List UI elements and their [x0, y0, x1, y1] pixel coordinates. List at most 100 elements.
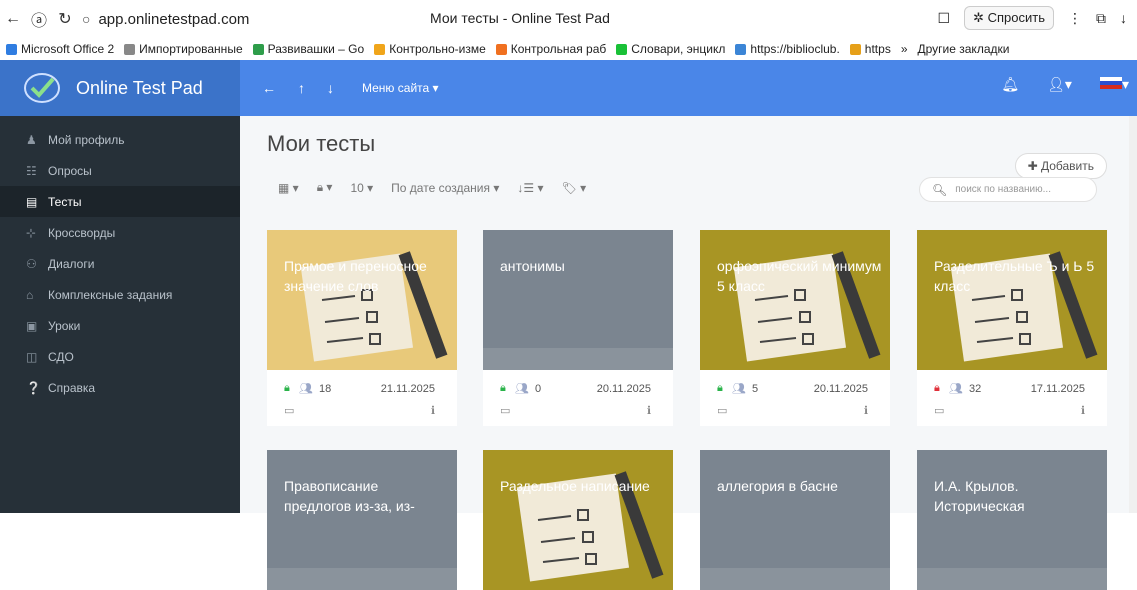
test-card[interactable]: Прямое и переносное значение слов 🔒︎ 👥︎ 18 2… [267, 230, 457, 426]
lock-open-icon[interactable]: 🔒︎ [717, 382, 723, 395]
bell-icon[interactable]: 🔔︎ [1001, 76, 1019, 93]
bookmark-item[interactable]: Словари, энцикл [616, 42, 725, 56]
lock-open-icon[interactable]: 🔒︎ [500, 382, 506, 395]
extensions-icon[interactable]: ⧉ [1096, 10, 1106, 27]
url-text[interactable]: app.onlinetestpad.com [98, 11, 249, 28]
sidebar-item[interactable]: ▤ Тесты [0, 186, 240, 217]
bookmark-label: Microsoft Office 2 [21, 42, 115, 56]
bookmark-favicon-icon [849, 43, 861, 55]
language-flag-icon[interactable]: ▾ [1099, 76, 1129, 93]
view-grid-icon[interactable]: ▦ ▾ [278, 181, 299, 195]
folder-icon[interactable]: ▭ [284, 404, 294, 417]
info-icon[interactable]: ℹ [864, 404, 868, 417]
site-menu-dropdown[interactable]: Меню сайта ▾ [362, 81, 439, 95]
tags-icon[interactable]: 🏷︎ ▾ [562, 181, 587, 195]
test-card[interactable]: Раздельное написание [483, 450, 673, 590]
bookmark-item[interactable]: Импортированные [124, 42, 243, 56]
main-content: Мои тесты ✚ Добавить ▦ ▾ 🔒︎ ▾ 10 ▾ По да… [240, 116, 1137, 590]
scrollbar[interactable] [1129, 116, 1137, 513]
info-icon[interactable]: ℹ [647, 404, 651, 417]
test-card-title[interactable]: Раздельное написание [500, 476, 665, 496]
page-tab-title: Мои тесты - Online Test Pad [430, 10, 610, 26]
sort-select[interactable]: По дате создания ▾ [391, 181, 499, 195]
sidebar-item[interactable]: ⌂ Комплексные задания [0, 279, 240, 310]
test-card-meta: 🔒︎ 👥︎ 5 20.11.2025 ▭ ℹ [700, 370, 890, 426]
sidebar-item[interactable]: ◫ СДО [0, 341, 240, 372]
bookmark-item[interactable]: » [901, 42, 908, 56]
participants-count: 0 [535, 383, 542, 395]
bookmark-favicon-icon [252, 43, 264, 55]
created-date: 20.11.2025 [596, 383, 651, 395]
reload-icon[interactable]: ↻ [52, 9, 78, 29]
reader-icon[interactable]: ⓐ [26, 7, 52, 31]
bookmarks-bar: Microsoft Office 2 Импортированные Развива… [0, 38, 1137, 60]
sidebar-item[interactable]: ♟ Мой профиль [0, 124, 240, 155]
test-card-title[interactable]: антонимы [500, 256, 665, 276]
test-card-thumbnail[interactable]: антонимы [483, 230, 673, 370]
test-card[interactable]: орфоэпический минимум 5 класс 🔒︎ 👥︎ 5 20.11.… [700, 230, 890, 426]
test-card-thumbnail[interactable]: Разделительные Ъ и Ь 5 класс [917, 230, 1107, 370]
bookmark-item[interactable]: https [849, 42, 891, 56]
up-arrow-icon[interactable]: ↑ [298, 80, 305, 96]
complex-icon: ⌂ [26, 287, 34, 302]
sidebar-item[interactable]: ⚇ Диалоги [0, 248, 240, 279]
download-icon[interactable]: ↓ [1120, 10, 1127, 26]
test-card-thumbnail[interactable]: Прямое и переносное значение слов [267, 230, 457, 370]
sidebar-item[interactable]: ☷ Опросы [0, 155, 240, 186]
down-arrow-icon[interactable]: ↓ [327, 80, 334, 96]
survey-icon: ☷ [26, 163, 37, 178]
test-card[interactable]: аллегория в басне [700, 450, 890, 590]
bookmark-item[interactable]: Развивашки – Go [252, 42, 364, 56]
back-arrow-icon[interactable]: ← [262, 80, 276, 96]
bookmark-item[interactable]: Другие закладки [918, 42, 1010, 56]
test-card-title[interactable]: Прямое и переносное значение слов [284, 256, 449, 296]
test-card[interactable]: И.А. Крылов. Историческая [917, 450, 1107, 590]
ask-button[interactable]: ✲ Спросить [964, 6, 1054, 30]
test-card-title[interactable]: орфоэпический минимум 5 класс [717, 256, 882, 296]
test-card[interactable]: антонимы 🔒︎ 👥︎ 0 20.11.2025 ▭ ℹ [483, 230, 673, 426]
test-card-title[interactable]: аллегория в басне [717, 476, 882, 496]
user-menu-icon[interactable]: 👤︎▾ [1047, 76, 1072, 93]
created-date: 20.11.2025 [813, 383, 868, 395]
bookmark-item[interactable]: https://biblioclub. [735, 42, 840, 56]
folder-icon[interactable]: ▭ [500, 404, 510, 417]
sidebar-item[interactable]: ❔ Справка [0, 372, 240, 403]
test-illustration-icon [950, 251, 1098, 362]
info-icon[interactable]: ℹ [431, 404, 435, 417]
sidebar-item-label: Тесты [48, 194, 82, 209]
test-card-title[interactable]: Разделительные Ъ и Ь 5 класс [934, 256, 1099, 296]
address-bar[interactable]: ○ app.onlinetestpad.com [82, 11, 249, 28]
per-page-select[interactable]: 10 ▾ [350, 181, 373, 195]
test-card-thumbnail[interactable]: аллегория в басне [700, 450, 890, 590]
created-date: 17.11.2025 [1030, 383, 1085, 395]
lock-filter-icon[interactable]: 🔒︎ ▾ [317, 180, 333, 195]
back-icon[interactable]: ← [0, 10, 26, 28]
brand[interactable]: Online Test Pad [0, 60, 240, 116]
test-card-title[interactable]: Правописание предлогов из-за, из- [284, 476, 449, 516]
sort-order-icon[interactable]: ↓☰ ▾ [517, 181, 543, 195]
bookmark-item[interactable]: Microsoft Office 2 [6, 42, 114, 56]
test-card-thumbnail[interactable]: Правописание предлогов из-за, из- [267, 450, 457, 590]
add-button[interactable]: ✚ Добавить [1014, 153, 1107, 179]
lock-open-icon[interactable]: 🔒︎ [284, 382, 290, 395]
sidebar-item[interactable]: ⊹ Кроссворды [0, 217, 240, 248]
bookmark-item[interactable]: Контрольно-изме [374, 42, 486, 56]
test-card-thumbnail[interactable]: Раздельное написание [483, 450, 673, 590]
folder-icon[interactable]: ▭ [717, 404, 727, 417]
search-input[interactable]: 🔍︎ поиск по названию... [919, 177, 1097, 202]
test-card-title[interactable]: И.А. Крылов. Историческая [934, 476, 1099, 516]
sidebar-item[interactable]: ▣ Уроки [0, 310, 240, 341]
test-card[interactable]: Разделительные Ъ и Ь 5 класс 🔒︎ 👥︎ 32 17.11.… [917, 230, 1107, 426]
test-card-thumbnail[interactable]: орфоэпический минимум 5 класс [700, 230, 890, 370]
bookmark-star-icon[interactable]: ☐ [938, 10, 951, 27]
info-icon[interactable]: ℹ [1081, 404, 1085, 417]
site-info-icon[interactable]: ○ [82, 11, 90, 27]
lock-closed-icon[interactable]: 🔒︎ [934, 382, 940, 395]
more-menu-icon[interactable]: ⋮ [1068, 10, 1082, 27]
folder-icon[interactable]: ▭ [934, 404, 944, 417]
test-card[interactable]: Правописание предлогов из-за, из- [267, 450, 457, 590]
test-card-thumbnail[interactable]: И.А. Крылов. Историческая [917, 450, 1107, 590]
participants-count: 5 [752, 383, 759, 395]
test-icon: ▤ [26, 194, 38, 209]
bookmark-item[interactable]: Контрольная раб [495, 42, 606, 56]
